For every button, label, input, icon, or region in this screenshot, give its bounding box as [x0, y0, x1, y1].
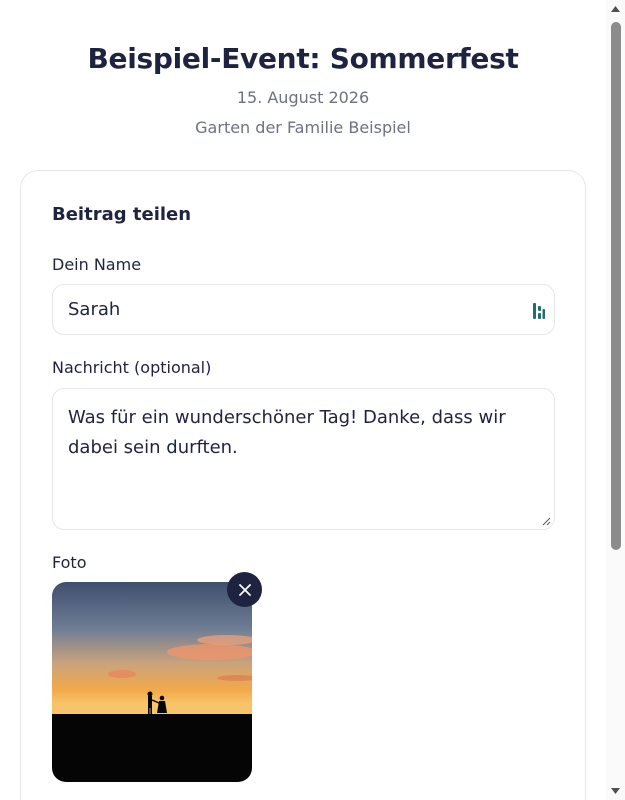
photo-preview: [52, 582, 252, 782]
message-value: Was für ein wunderschöner Tag! Danke, da…: [68, 407, 506, 458]
scrollbar[interactable]: [606, 0, 625, 800]
scroll-down-icon[interactable]: [610, 787, 621, 795]
close-icon: [238, 583, 251, 596]
share-post-card: Beitrag teilen Dein Name Sarah Nachricht…: [20, 170, 586, 800]
resize-handle-icon[interactable]: [541, 516, 551, 526]
message-label: Nachricht (optional): [52, 358, 212, 377]
photo-label: Foto: [52, 553, 87, 572]
sunset-photo: [52, 582, 252, 782]
card-title: Beitrag teilen: [52, 204, 192, 225]
event-location: Garten der Familie Beispiel: [195, 118, 411, 137]
name-value: Sarah: [68, 299, 121, 320]
name-input[interactable]: Sarah: [52, 284, 555, 335]
password-manager-icon[interactable]: [532, 302, 546, 320]
message-textarea[interactable]: Was für ein wunderschöner Tag! Danke, da…: [52, 388, 555, 530]
name-label: Dein Name: [52, 255, 142, 274]
event-date: 15. August 2026: [236, 88, 370, 107]
event-title: Beispiel-Event: Sommerfest: [87, 42, 519, 75]
remove-photo-button[interactable]: [227, 572, 262, 607]
scroll-thumb[interactable]: [611, 22, 621, 550]
page: Beispiel-Event: Sommerfest 15. August 20…: [0, 0, 625, 800]
scroll-up-icon[interactable]: [610, 5, 621, 13]
